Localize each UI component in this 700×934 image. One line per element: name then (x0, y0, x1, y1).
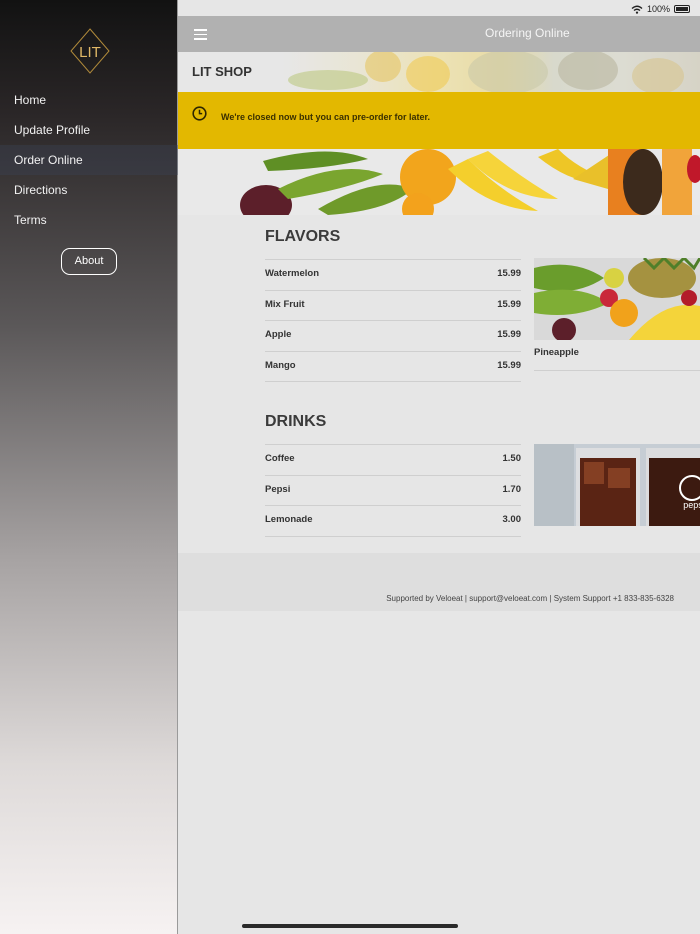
menu-item-name: Watermelon (265, 268, 320, 279)
menu-item-mix-fruit[interactable]: Mix Fruit 15.99 (265, 290, 521, 320)
footer: Supported by Veloeat | support@veloeat.c… (178, 553, 700, 611)
sidebar-item-terms[interactable]: Terms (0, 205, 178, 235)
menu-item-watermelon[interactable]: Watermelon 15.99 (265, 259, 521, 289)
menu-item-name: Lemonade (265, 514, 313, 525)
closed-notice-text: We're closed now but you can pre-order f… (221, 112, 431, 122)
page-title: Ordering Online (485, 26, 570, 40)
pepsi-logo-text: pepsi (683, 500, 700, 510)
soda-product-image[interactable]: pepsi (534, 444, 700, 526)
status-bar: 100% (631, 4, 690, 14)
menu-item-price: 15.99 (497, 268, 521, 279)
support-info: Supported by Veloeat | support@veloeat.c… (386, 594, 674, 603)
closed-notice: We're closed now but you can pre-order f… (178, 92, 700, 149)
featured-product-label: Pineapple (534, 347, 579, 358)
wifi-icon (631, 5, 643, 14)
sidebar-item-update-profile[interactable]: Update Profile (0, 115, 178, 145)
battery-percent: 100% (646, 4, 670, 14)
menu-item-price: 15.99 (497, 299, 521, 310)
featured-product-divider (534, 370, 700, 371)
fruit-hero-image (178, 149, 700, 215)
menu-item-mango[interactable]: Mango 15.99 (265, 351, 521, 381)
drinks-section-title: DRINKS (265, 413, 327, 430)
flavors-section-title: FLAVORS (265, 228, 341, 245)
menu-item-price: 3.00 (502, 514, 522, 525)
menu-item-price: 1.50 (502, 453, 522, 464)
sidebar-item-order-online[interactable]: Order Online (0, 145, 178, 175)
clock-icon (192, 106, 207, 121)
flavors-list-divider (265, 381, 521, 382)
shop-name: LIT SHOP (192, 64, 252, 79)
logo-text: LIT (79, 44, 101, 61)
banner-fruit-image (288, 52, 684, 92)
menu-item-name: Mix Fruit (265, 299, 305, 310)
menu-item-apple[interactable]: Apple 15.99 (265, 320, 521, 350)
lit-logo: LIT (70, 28, 110, 74)
menu-item-price: 15.99 (497, 329, 521, 340)
drinks-list-divider (265, 536, 521, 537)
menu-item-lemonade[interactable]: Lemonade 3.00 (265, 505, 521, 535)
app-header: Ordering Online (178, 16, 700, 52)
sidebar-item-directions[interactable]: Directions (0, 175, 178, 205)
hamburger-menu-icon[interactable] (194, 29, 207, 40)
menu-item-name: Mango (265, 360, 296, 371)
menu-item-coffee[interactable]: Coffee 1.50 (265, 444, 521, 474)
sidebar: LIT Home Update Profile Order Online Dir… (0, 0, 178, 934)
sidebar-item-home[interactable]: Home (0, 85, 178, 115)
menu-item-name: Pepsi (265, 484, 291, 495)
menu-item-name: Apple (265, 329, 292, 340)
battery-icon (674, 5, 690, 13)
menu-item-price: 15.99 (497, 360, 521, 371)
menu-item-price: 1.70 (502, 484, 522, 495)
home-indicator[interactable] (242, 924, 458, 928)
shop-banner: LIT SHOP (178, 52, 700, 92)
menu-item-pepsi[interactable]: Pepsi 1.70 (265, 475, 521, 505)
menu-item-name: Coffee (265, 453, 295, 464)
about-button[interactable]: About (61, 248, 117, 275)
pineapple-product-image[interactable] (534, 258, 700, 340)
